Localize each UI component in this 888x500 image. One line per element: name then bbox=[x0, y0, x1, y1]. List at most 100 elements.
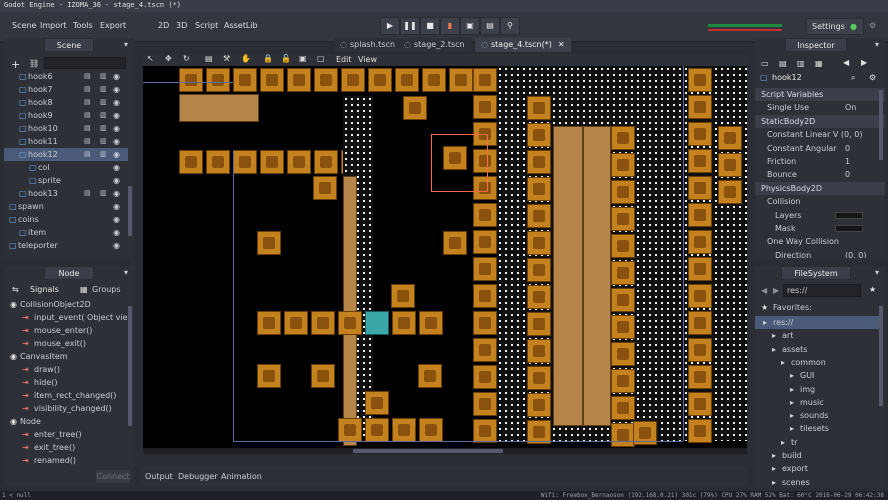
close-icon[interactable]: ✕ bbox=[558, 40, 565, 49]
signal-list[interactable]: ◉ CollisionObject2D ⇥ input_event( Object v… bbox=[4, 298, 128, 468]
scene-filter-input[interactable] bbox=[44, 57, 126, 69]
script-icon[interactable]: ▥ bbox=[100, 148, 107, 161]
rotate-tool-icon[interactable]: ↻ bbox=[183, 54, 190, 63]
remote-debug-button[interactable]: ⚲ bbox=[500, 17, 520, 35]
filesystem-scrollbar[interactable] bbox=[879, 306, 883, 406]
filesystem-path-input[interactable]: res:// bbox=[783, 284, 861, 297]
property-value[interactable]: 1 bbox=[845, 155, 850, 168]
eye-icon[interactable]: ◉ bbox=[113, 70, 120, 83]
unlock-icon[interactable]: 🔓 bbox=[281, 54, 291, 63]
signal-class-row[interactable]: ◉ Node bbox=[4, 415, 128, 428]
tab-animation[interactable]: Animation bbox=[221, 472, 262, 481]
scene-tree-row[interactable]: hook13 ▢ ▤ ▥ ◉ bbox=[4, 187, 128, 200]
new-resource-icon[interactable]: ▭ bbox=[761, 59, 769, 68]
film-icon[interactable]: ▤ bbox=[84, 70, 91, 83]
load-resource-icon[interactable]: ▤ bbox=[779, 59, 787, 68]
script-icon[interactable]: ▥ bbox=[100, 83, 107, 96]
scene-tree-row[interactable]: col ▢ ◉ bbox=[4, 161, 128, 174]
ungroup-icon[interactable]: ▢ bbox=[317, 54, 325, 63]
eye-icon[interactable]: ◉ bbox=[113, 96, 120, 109]
tab-groups[interactable]: Groups bbox=[92, 285, 121, 294]
scene-tree-row[interactable]: item ▢ ◉ bbox=[4, 226, 128, 239]
signal-row[interactable]: ⇥ hide() bbox=[4, 376, 128, 389]
link-icon[interactable]: ⛓ bbox=[29, 59, 39, 68]
film-icon[interactable]: ▤ bbox=[84, 122, 91, 135]
scene-tree-row[interactable]: hook7 ▢ ▤ ▥ ◉ bbox=[4, 83, 128, 96]
filesystem-tree[interactable]: ▸ res://▸ art ▸ assets ▸ common ▸ GUI ▸ img ▸ music ▸… bbox=[755, 316, 879, 486]
inspector-property[interactable]: Constant Angular 0 bbox=[755, 142, 885, 155]
canvas-viewport[interactable] bbox=[143, 66, 747, 448]
inspector-properties[interactable]: Script Variables Single Use On StaticBody2D… bbox=[755, 88, 885, 258]
filesystem-item[interactable]: ▸ tilesets bbox=[755, 422, 879, 435]
signal-row[interactable]: ⇥ mouse_exit() bbox=[4, 337, 128, 350]
play-custom-button[interactable]: ▤ bbox=[480, 17, 500, 35]
star-icon[interactable]: ★ bbox=[869, 285, 876, 294]
layer-grid[interactable] bbox=[835, 211, 863, 219]
script-icon[interactable]: ▥ bbox=[100, 135, 107, 148]
scene-tree-row[interactable]: hook8 ▢ ▤ ▥ ◉ bbox=[4, 96, 128, 109]
dock-menu-icon[interactable]: ▾ bbox=[875, 40, 879, 49]
filesystem-item[interactable]: ▸ export bbox=[755, 462, 879, 475]
property-value[interactable]: On bbox=[845, 101, 856, 114]
inspector-property[interactable]: One Way Collision bbox=[755, 235, 885, 248]
filesystem-item[interactable]: ▸ music bbox=[755, 396, 879, 409]
signal-row[interactable]: ⇥ renamed() bbox=[4, 454, 128, 467]
back-icon[interactable]: ◀ bbox=[761, 286, 767, 295]
eye-icon[interactable]: ◉ bbox=[113, 174, 120, 187]
signal-row[interactable]: ⇥ input_event( Object viewp bbox=[4, 311, 128, 324]
scene-tree-row[interactable]: teleporter ▢ ◉ bbox=[4, 239, 128, 252]
signal-class-row[interactable]: ◉ CollisionObject2D bbox=[4, 298, 128, 311]
scene-tree-row[interactable]: hook6 ▢ ▤ ▥ ◉ bbox=[4, 70, 128, 83]
copy-resource-icon[interactable]: ▦ bbox=[815, 59, 823, 68]
pan-tool-icon[interactable]: ✋ bbox=[241, 54, 251, 63]
eye-icon[interactable]: ◉ bbox=[113, 213, 120, 226]
eye-icon[interactable]: ◉ bbox=[113, 226, 120, 239]
filesystem-item[interactable]: ▸ tr bbox=[755, 436, 879, 449]
script-icon[interactable]: ▥ bbox=[100, 96, 107, 109]
selection-box[interactable] bbox=[431, 134, 488, 192]
select-tool-icon[interactable]: ↖ bbox=[147, 54, 154, 63]
scene-tree-scrollbar[interactable] bbox=[128, 186, 132, 236]
property-value[interactable]: 0 bbox=[845, 142, 850, 155]
debug-button[interactable]: ▮ bbox=[440, 17, 460, 35]
script-icon[interactable]: ▥ bbox=[100, 122, 107, 135]
stop-button[interactable]: ■ bbox=[420, 17, 440, 35]
film-icon[interactable]: ▤ bbox=[84, 109, 91, 122]
filesystem-item[interactable]: ▸ sounds bbox=[755, 409, 879, 422]
mode-assetlib-button[interactable]: AssetLib bbox=[224, 21, 258, 30]
viewport-edit-menu[interactable]: Edit bbox=[336, 55, 352, 64]
search-icon[interactable]: ⌕ bbox=[851, 73, 855, 83]
inspector-property[interactable]: Mask bbox=[755, 222, 885, 235]
editor-tab[interactable]: ◌ splash.tscn bbox=[334, 38, 401, 52]
signal-row[interactable]: ⇥ draw() bbox=[4, 363, 128, 376]
menu-export[interactable]: Export bbox=[100, 21, 126, 30]
tab-output[interactable]: Output bbox=[145, 472, 173, 481]
film-icon[interactable]: ▤ bbox=[84, 83, 91, 96]
play-scene-button[interactable]: ▣ bbox=[460, 17, 480, 35]
history-forward-icon[interactable]: ▶ bbox=[861, 58, 867, 67]
ruler-tool-icon[interactable]: ⚒ bbox=[223, 54, 230, 63]
filesystem-item[interactable]: ▸ common bbox=[755, 356, 879, 369]
signal-row[interactable]: ⇥ item_rect_changed() bbox=[4, 389, 128, 402]
connect-button[interactable]: Connect bbox=[96, 470, 130, 483]
pause-button[interactable]: ❚❚ bbox=[400, 17, 420, 35]
film-icon[interactable]: ▤ bbox=[84, 135, 91, 148]
scene-tree[interactable]: hook6 ▢ ▤ ▥ ◉ hook7 ▢ ▤ ▥ ◉ hook8 ▢ ▤ ▥ ◉ hook9 ▢ ▤ ▥ ◉ hook… bbox=[4, 70, 130, 258]
lock-icon[interactable]: 🔒 bbox=[263, 54, 273, 63]
inspector-property[interactable]: Constant Linear V (0, 0) bbox=[755, 128, 885, 141]
layer-grid[interactable] bbox=[835, 225, 863, 232]
dock-menu-icon[interactable]: ▾ bbox=[875, 268, 879, 277]
gear-icon[interactable]: ⚙ bbox=[869, 73, 876, 82]
scene-tree-row[interactable]: coins ▢ ◉ bbox=[4, 213, 128, 226]
inspector-property[interactable]: Single Use On bbox=[755, 101, 885, 114]
viewport-view-menu[interactable]: View bbox=[358, 55, 377, 64]
gear-icon[interactable]: ⚙ bbox=[869, 21, 876, 30]
mode-2d-button[interactable]: 2D bbox=[158, 21, 169, 30]
move-tool-icon[interactable]: ✥ bbox=[165, 54, 172, 63]
hscrollbar-thumb[interactable] bbox=[353, 449, 503, 453]
editor-tab[interactable]: ◌ stage_4.tscn(*) ✕ bbox=[475, 38, 571, 52]
script-icon[interactable]: ▥ bbox=[100, 70, 107, 83]
filesystem-item[interactable]: ▸ img bbox=[755, 383, 879, 396]
inspector-property[interactable]: Friction 1 bbox=[755, 155, 885, 168]
editor-tab[interactable]: ◌ stage_2.tscn bbox=[398, 38, 471, 52]
